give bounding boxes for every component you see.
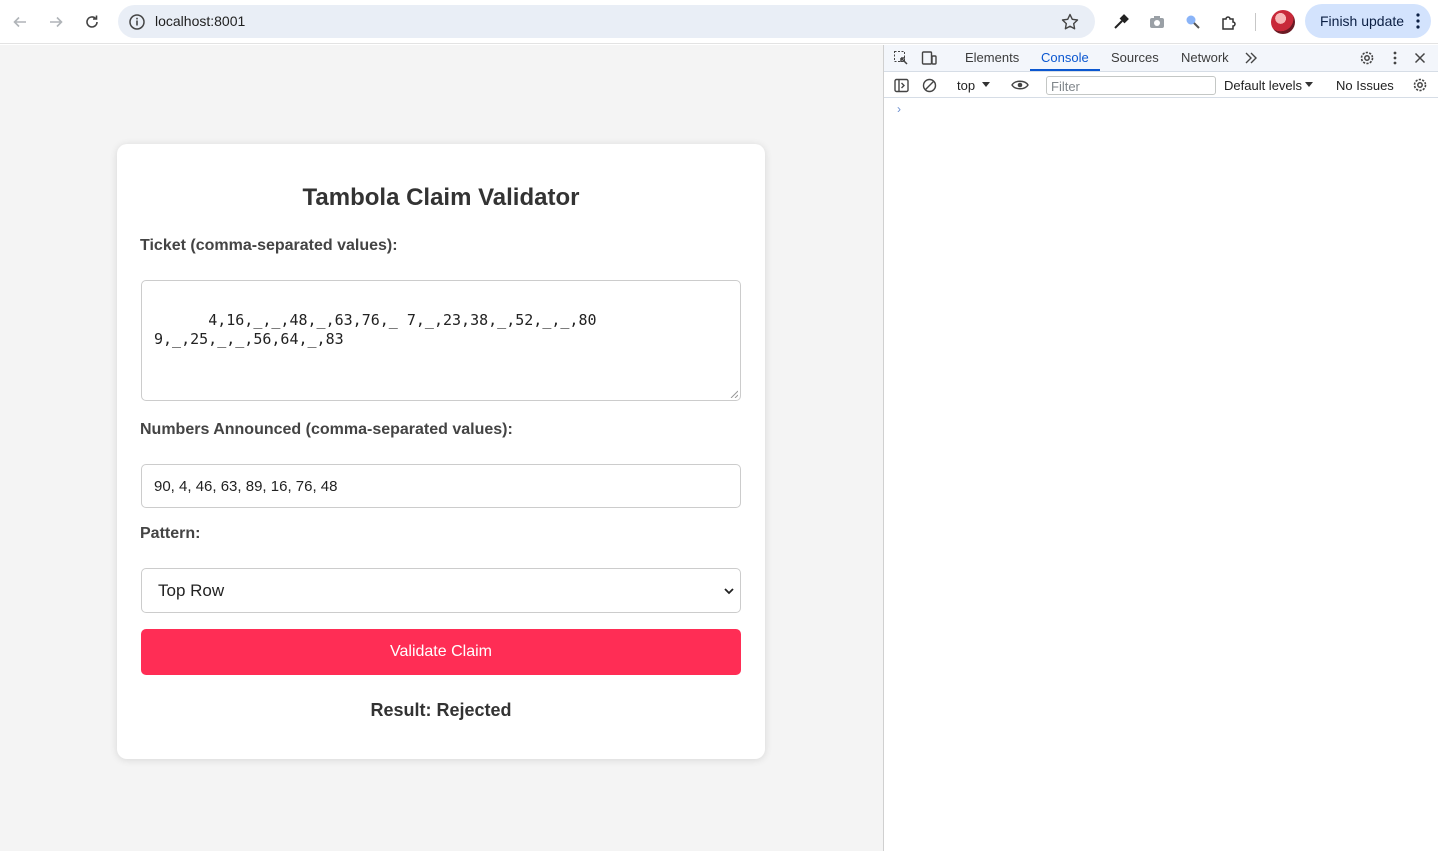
tab-console[interactable]: Console: [1041, 50, 1089, 65]
pattern-selected-value: Top Row: [158, 581, 225, 600]
console-settings-gear-icon[interactable]: [1411, 76, 1429, 94]
ticket-value: 4,16,_,_,48,_,63,76,_ 7,_,23,38,_,52,_,_…: [154, 311, 597, 348]
back-button[interactable]: [6, 8, 34, 36]
more-tabs-chevron-icon[interactable]: [1242, 49, 1260, 67]
tab-elements[interactable]: Elements: [965, 50, 1019, 65]
console-prompt[interactable]: ›: [897, 102, 901, 116]
tab-network[interactable]: Network: [1181, 50, 1229, 65]
active-tab-indicator: [1030, 69, 1100, 71]
forward-arrow-icon: [50, 16, 63, 28]
settings-gear-icon[interactable]: [1358, 49, 1376, 67]
camera-icon[interactable]: [1146, 11, 1168, 33]
tab-sources[interactable]: Sources: [1111, 50, 1159, 65]
close-icon[interactable]: [1411, 49, 1429, 67]
levels-dropdown-icon: [1305, 82, 1313, 87]
console-filter-input[interactable]: Filter: [1046, 76, 1216, 95]
toolbar-divider: [1255, 13, 1256, 31]
browser-toolbar: localhost:8001 Finish update: [0, 0, 1438, 44]
site-info-icon[interactable]: [127, 12, 147, 32]
chevron-down-icon: [724, 588, 734, 595]
finish-update-label: Finish update: [1320, 13, 1405, 29]
inspect-element-icon[interactable]: [892, 49, 910, 67]
finish-update-button[interactable]: Finish update: [1305, 4, 1431, 38]
back-arrow-icon: [13, 16, 26, 28]
reload-icon: [86, 15, 98, 28]
context-selector[interactable]: top: [957, 78, 975, 93]
live-expression-eye-icon[interactable]: [1011, 76, 1029, 94]
extension-search-icon[interactable]: [1182, 11, 1204, 33]
forward-button[interactable]: [42, 8, 70, 36]
profile-avatar[interactable]: [1271, 10, 1295, 34]
address-bar[interactable]: localhost:8001: [118, 5, 1095, 38]
page-title: Tambola Claim Validator: [302, 184, 580, 211]
devtools-panel: Elements Console Sources Network top Fil…: [883, 45, 1438, 851]
pattern-select[interactable]: Top Row: [141, 568, 741, 613]
devtools-menu-icon[interactable]: [1386, 49, 1404, 67]
console-toolbar: top Filter Default levels No Issues: [884, 72, 1438, 98]
kebab-menu-icon: [1416, 13, 1420, 29]
url-text: localhost:8001: [155, 13, 246, 29]
sidebar-toggle-icon[interactable]: [892, 76, 910, 94]
issues-counter[interactable]: No Issues: [1336, 78, 1394, 93]
resize-handle-icon[interactable]: [730, 390, 738, 398]
page-viewport: Tambola Claim Validator Ticket (comma-se…: [0, 45, 883, 851]
announced-label: Numbers Announced (comma-separated value…: [140, 421, 513, 438]
log-levels-dropdown[interactable]: Default levels: [1224, 78, 1302, 93]
ticket-textarea[interactable]: 4,16,_,_,48,_,63,76,_ 7,_,23,38,_,52,_,_…: [141, 280, 741, 401]
eyedropper-icon[interactable]: [1110, 11, 1132, 33]
devtools-tabbar: Elements Console Sources Network: [884, 45, 1438, 72]
announced-input[interactable]: 90, 4, 46, 63, 89, 16, 76, 48: [141, 464, 741, 508]
result-text: Result: Rejected: [370, 700, 512, 720]
validator-card: Tambola Claim Validator Ticket (comma-se…: [117, 144, 765, 759]
extensions-puzzle-icon[interactable]: [1218, 11, 1240, 33]
context-dropdown-icon: [982, 82, 990, 87]
validate-claim-button[interactable]: Validate Claim: [141, 629, 741, 675]
announced-value: 90, 4, 46, 63, 89, 16, 76, 48: [154, 478, 338, 495]
reload-button[interactable]: [78, 8, 106, 36]
pattern-label: Pattern:: [140, 525, 201, 542]
ticket-label: Ticket (comma-separated values):: [140, 237, 398, 254]
clear-console-icon[interactable]: [920, 76, 938, 94]
bookmark-star-icon[interactable]: [1060, 12, 1080, 32]
device-toolbar-icon[interactable]: [920, 49, 938, 67]
